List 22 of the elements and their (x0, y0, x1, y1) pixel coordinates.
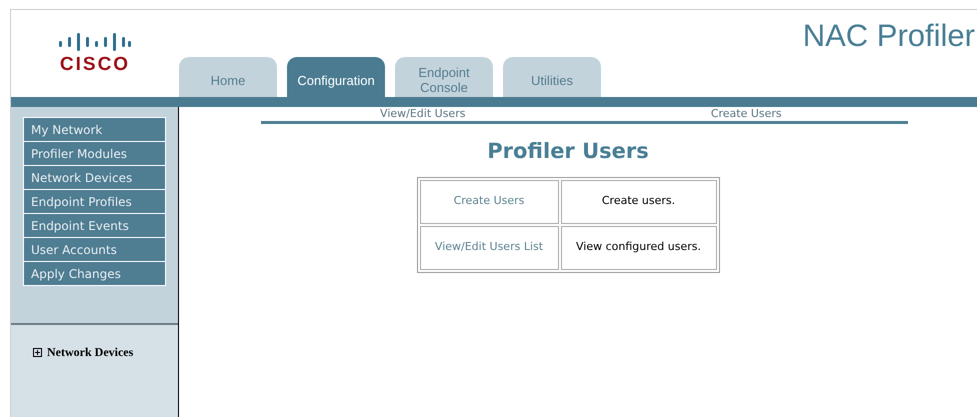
nav-tab[interactable]: Utilities (503, 57, 601, 97)
page-title: Profiler Users (486, 138, 650, 165)
sidebar-item[interactable]: Apply Changes (24, 262, 165, 285)
subnav-link[interactable]: View/Edit Users (380, 107, 466, 121)
logo-bars-icon (59, 33, 131, 51)
expand-icon[interactable] (33, 348, 42, 356)
sidebar-item[interactable]: Network Devices (24, 166, 165, 189)
nav-tab[interactable]: Endpoint Console (395, 57, 493, 97)
sidebar-item[interactable]: Endpoint Events (24, 214, 165, 237)
nav-tab[interactable]: Configuration (287, 57, 385, 97)
table-link[interactable]: Create Users (454, 194, 524, 208)
table-cell: View configured users. (560, 226, 716, 270)
logo-text: CISCO (60, 55, 130, 74)
table-cell: Create users. (560, 180, 716, 224)
nav-tab[interactable]: Home (179, 57, 277, 97)
sidebar-item[interactable]: Profiler Modules (24, 142, 165, 165)
product-title: NAC Profiler (802, 20, 975, 51)
subnav-link[interactable]: Create Users (710, 107, 782, 121)
tree-item[interactable]: Network Devices (47, 343, 134, 361)
sidebar-item[interactable]: User Accounts (24, 238, 165, 261)
sidebar-item[interactable]: My Network (24, 118, 165, 141)
sidebar-item[interactable]: Endpoint Profiles (24, 190, 165, 213)
